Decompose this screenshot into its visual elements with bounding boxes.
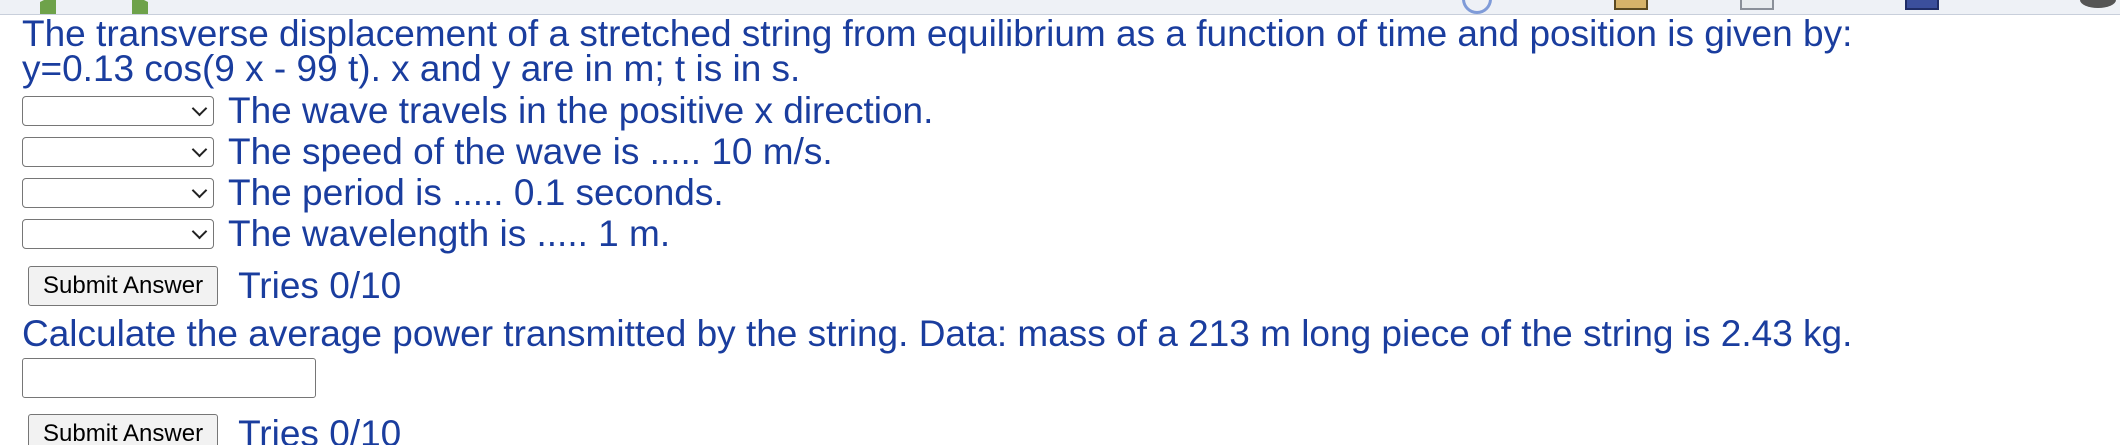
tries-counter: Tries 0/10 [238,265,402,306]
chevron-down-icon [191,182,208,198]
answer-input[interactable] [22,358,316,398]
question2-submit-row: Submit Answer Tries 0/10 [22,408,2112,445]
chevron-down-icon [191,100,208,116]
tries-counter: Tries 0/10 [238,413,402,445]
problem-content: The transverse displacement of a stretch… [22,14,2112,445]
database-icon[interactable] [1905,0,1939,10]
question1-text-line1: The transverse displacement of a stretch… [22,13,1853,54]
notes-icon[interactable] [1614,0,1648,10]
question1-submit-row: Submit Answer Tries 0/10 [22,260,2112,312]
true-false-select[interactable] [22,177,214,208]
statement-text: The wavelength is ..... 1 m. [228,213,671,254]
clipboard-icon[interactable] [1740,0,1774,10]
true-false-select[interactable] [22,218,214,249]
statement-text: The period is ..... 0.1 seconds. [228,172,724,213]
statement-row: The wavelength is ..... 1 m. [22,213,2112,254]
chevron-down-icon [191,141,208,157]
statement-row: The speed of the wave is ..... 10 m/s. [22,131,2112,172]
chevron-down-icon [191,223,208,239]
statement-text: The wave travels in the positive x direc… [228,90,934,131]
question2-text: Calculate the average power transmitted … [22,313,1853,354]
submit-answer-button[interactable]: Submit Answer [28,414,219,445]
statement-text: The speed of the wave is ..... 10 m/s. [228,131,833,172]
statement-row: The wave travels in the positive x direc… [22,90,2112,131]
help-icon[interactable] [1462,0,1492,14]
true-false-select[interactable] [22,95,214,126]
submit-answer-button[interactable]: Submit Answer [28,266,219,306]
true-false-select[interactable] [22,136,214,167]
statement-row: The period is ..... 0.1 seconds. [22,172,2112,213]
user-icon[interactable] [2080,0,2116,8]
question1-text-line2: y=0.13 cos(9 x - 99 t). x and y are in m… [22,48,801,89]
